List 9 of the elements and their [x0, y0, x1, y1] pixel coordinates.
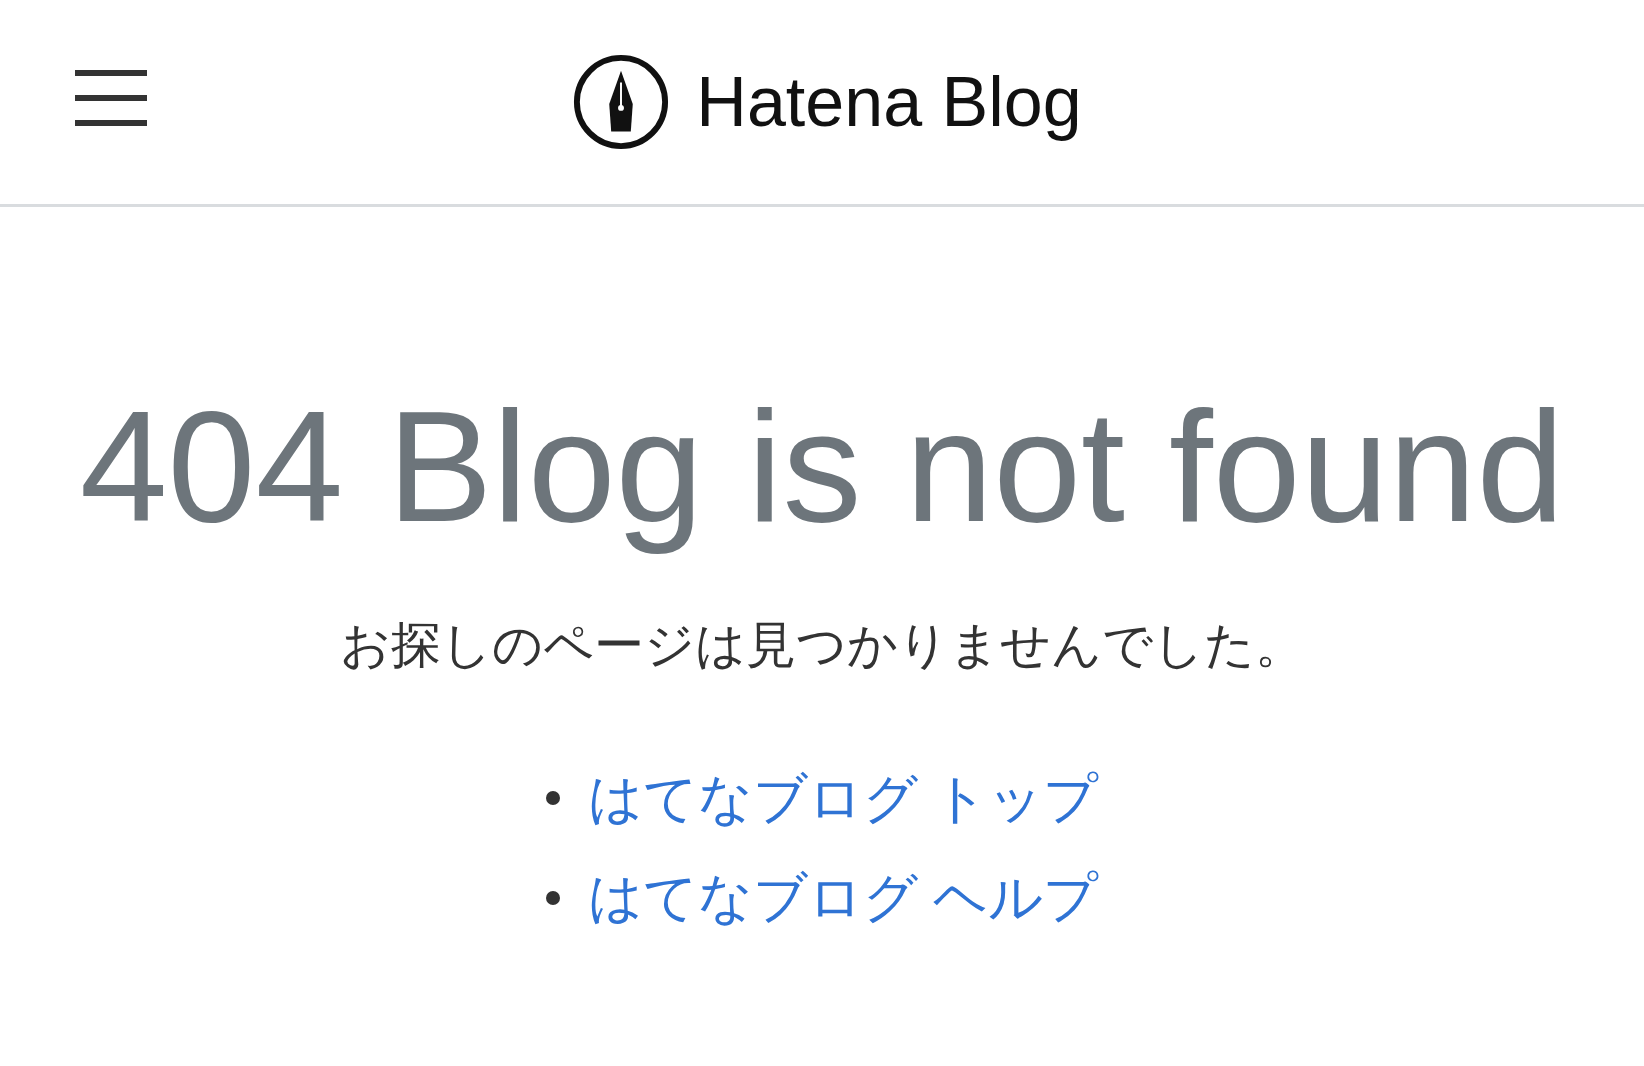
pen-nib-icon	[572, 53, 671, 151]
help-link[interactable]: はてなブログ トップ	[588, 768, 1098, 828]
error-title: 404 Blog is not found	[79, 377, 1565, 556]
bullet-icon	[546, 890, 560, 905]
bullet-icon	[546, 791, 560, 806]
help-link[interactable]: はてなブログ ヘルプ	[588, 868, 1098, 928]
error-message: お探しのページは見つかりませんでした。	[339, 615, 1305, 675]
menu-icon[interactable]	[75, 70, 147, 126]
logo-text: Hatena Blog	[696, 62, 1082, 142]
